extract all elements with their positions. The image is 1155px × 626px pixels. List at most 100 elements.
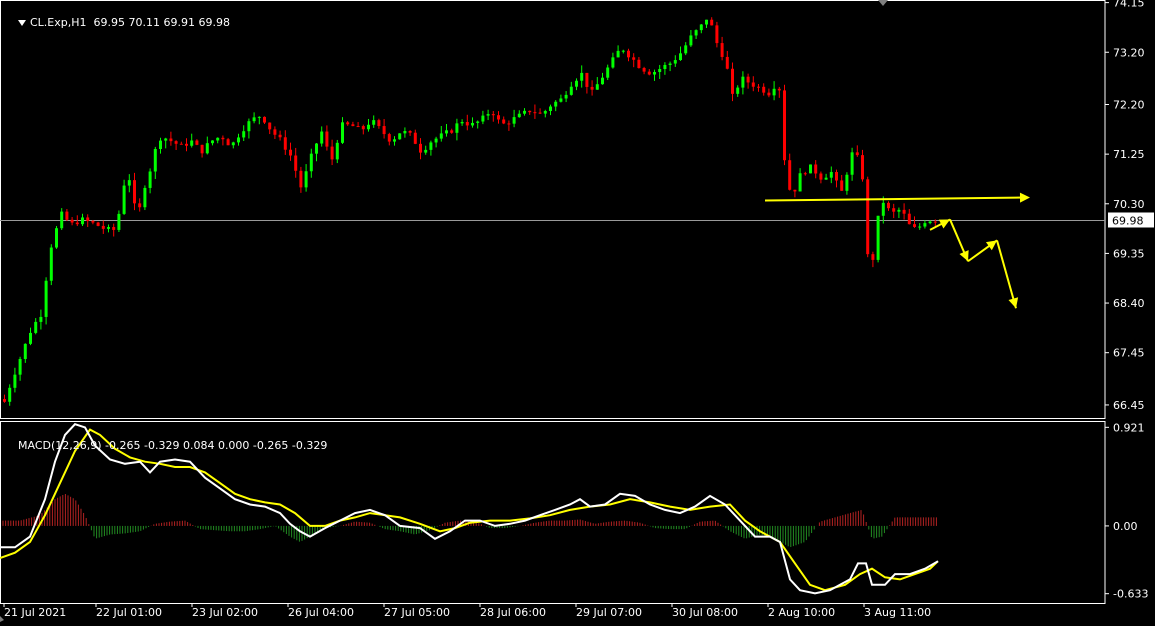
- bull-candle: [434, 138, 438, 143]
- bull-candle: [367, 124, 370, 130]
- price-tick-label: 73.20: [1113, 46, 1145, 59]
- zigzag-arrow-head: [1008, 297, 1019, 309]
- bull-candle: [772, 88, 776, 96]
- bull-candle: [471, 122, 474, 126]
- bull-candle: [393, 139, 396, 142]
- bull-candle: [611, 57, 615, 68]
- bear-candle: [502, 119, 506, 124]
- price-tick-label: 66.45: [1113, 399, 1145, 412]
- macd-tick-label: 0.921: [1113, 421, 1145, 434]
- bull-candle: [211, 140, 214, 144]
- bear-candle: [419, 143, 422, 153]
- bear-candle: [86, 217, 90, 222]
- bear-candle: [814, 164, 818, 174]
- bear-candle: [138, 203, 142, 208]
- bear-candle: [855, 152, 859, 156]
- bull-candle: [663, 64, 667, 70]
- bull-candle: [689, 35, 693, 46]
- bull-candle: [252, 117, 256, 122]
- bull-candle: [55, 228, 58, 248]
- dropdown-triangle-icon[interactable]: [18, 20, 26, 26]
- bull-candle: [315, 143, 318, 154]
- bear-candle: [528, 110, 532, 113]
- bear-candle: [497, 115, 500, 120]
- bull-candle: [13, 374, 17, 388]
- bear-candle: [538, 112, 542, 114]
- bull-candle: [122, 185, 126, 214]
- x-tick-label: 22 Jul 01:00: [96, 606, 162, 619]
- bear-candle: [715, 25, 719, 44]
- bear-candle: [731, 68, 734, 94]
- bear-candle: [278, 134, 282, 138]
- bull-candle: [559, 98, 563, 102]
- bull-candle: [569, 86, 573, 95]
- current-price-label: 69.98: [1112, 214, 1144, 227]
- bull-candle: [257, 116, 261, 118]
- bull-candle: [309, 153, 313, 172]
- bear-candle: [325, 131, 329, 147]
- bull-candle: [372, 120, 376, 125]
- bull-candle: [741, 76, 745, 88]
- bull-candle: [44, 280, 48, 317]
- bull-candle: [153, 148, 157, 172]
- bull-candle: [335, 142, 339, 160]
- scroll-marker-icon: [878, 0, 888, 6]
- price-tick-label: 70.30: [1113, 198, 1145, 211]
- macd-header: MACD(12,26,9) -0.265 -0.329 0.084 0.000 …: [4, 426, 327, 465]
- bear-candle: [767, 92, 771, 96]
- bull-candle: [341, 122, 344, 143]
- bear-candle: [840, 180, 844, 191]
- bear-candle: [585, 72, 589, 87]
- bull-candle: [403, 130, 407, 134]
- macd-tick-label: 0.00: [1113, 520, 1138, 533]
- horizontal-arrow-line: [764, 196, 1025, 202]
- x-tick-label: 21 Jul 2021: [4, 606, 66, 619]
- bull-candle: [523, 110, 526, 114]
- bull-candle: [486, 114, 490, 116]
- macd-header-text: MACD(12,26,9) -0.265 -0.329 0.084 0.000 …: [18, 439, 328, 452]
- bull-candle: [164, 138, 168, 141]
- bear-candle: [777, 88, 781, 91]
- symbol-name: CL.Exp,H1: [30, 16, 87, 29]
- bull-candle: [304, 171, 308, 188]
- bull-candle: [18, 358, 22, 375]
- bull-candle: [575, 80, 578, 87]
- bear-candle: [169, 138, 173, 142]
- bull-candle: [242, 131, 246, 138]
- bull-candle: [117, 213, 121, 230]
- bear-candle: [465, 121, 469, 126]
- bear-candle: [200, 144, 204, 154]
- bull-candle: [190, 140, 194, 146]
- bear-candle: [902, 209, 906, 214]
- bull-candle: [512, 117, 516, 124]
- bull-candle: [923, 223, 927, 227]
- bear-candle: [866, 179, 870, 255]
- bull-candle: [606, 67, 610, 78]
- bull-candle: [699, 24, 703, 31]
- bear-candle: [294, 155, 298, 171]
- macd-tick-label: -0.633: [1113, 588, 1148, 601]
- bear-candle: [75, 222, 79, 225]
- bull-candle: [694, 30, 698, 36]
- bull-candle: [564, 94, 568, 99]
- bull-candle: [127, 180, 131, 186]
- symbol-header[interactable]: CL.Exp,H1 69.95 70.11 69.91 69.98: [4, 3, 230, 42]
- bear-candle: [351, 124, 355, 127]
- bull-candle: [798, 173, 802, 192]
- bear-candle: [263, 116, 266, 123]
- bear-candle: [861, 155, 864, 180]
- bear-candle: [835, 172, 838, 181]
- x-tick-label: 27 Jul 05:00: [384, 606, 450, 619]
- bear-candle: [408, 130, 412, 133]
- chart-root: 74.15 73.20 72.20 71.25 70.30 69.35 68.40 67.45…: [0, 0, 1155, 622]
- bull-candle: [8, 387, 12, 402]
- bull-candle: [34, 321, 38, 333]
- bull-candle: [49, 247, 53, 281]
- bear-candle: [783, 90, 786, 161]
- bear-candle: [377, 120, 381, 127]
- bear-candle: [751, 82, 755, 87]
- bull-candle: [424, 149, 428, 153]
- bull-candle: [205, 143, 209, 154]
- bear-candle: [725, 56, 729, 69]
- x-tick-label: 23 Jul 02:00: [192, 606, 258, 619]
